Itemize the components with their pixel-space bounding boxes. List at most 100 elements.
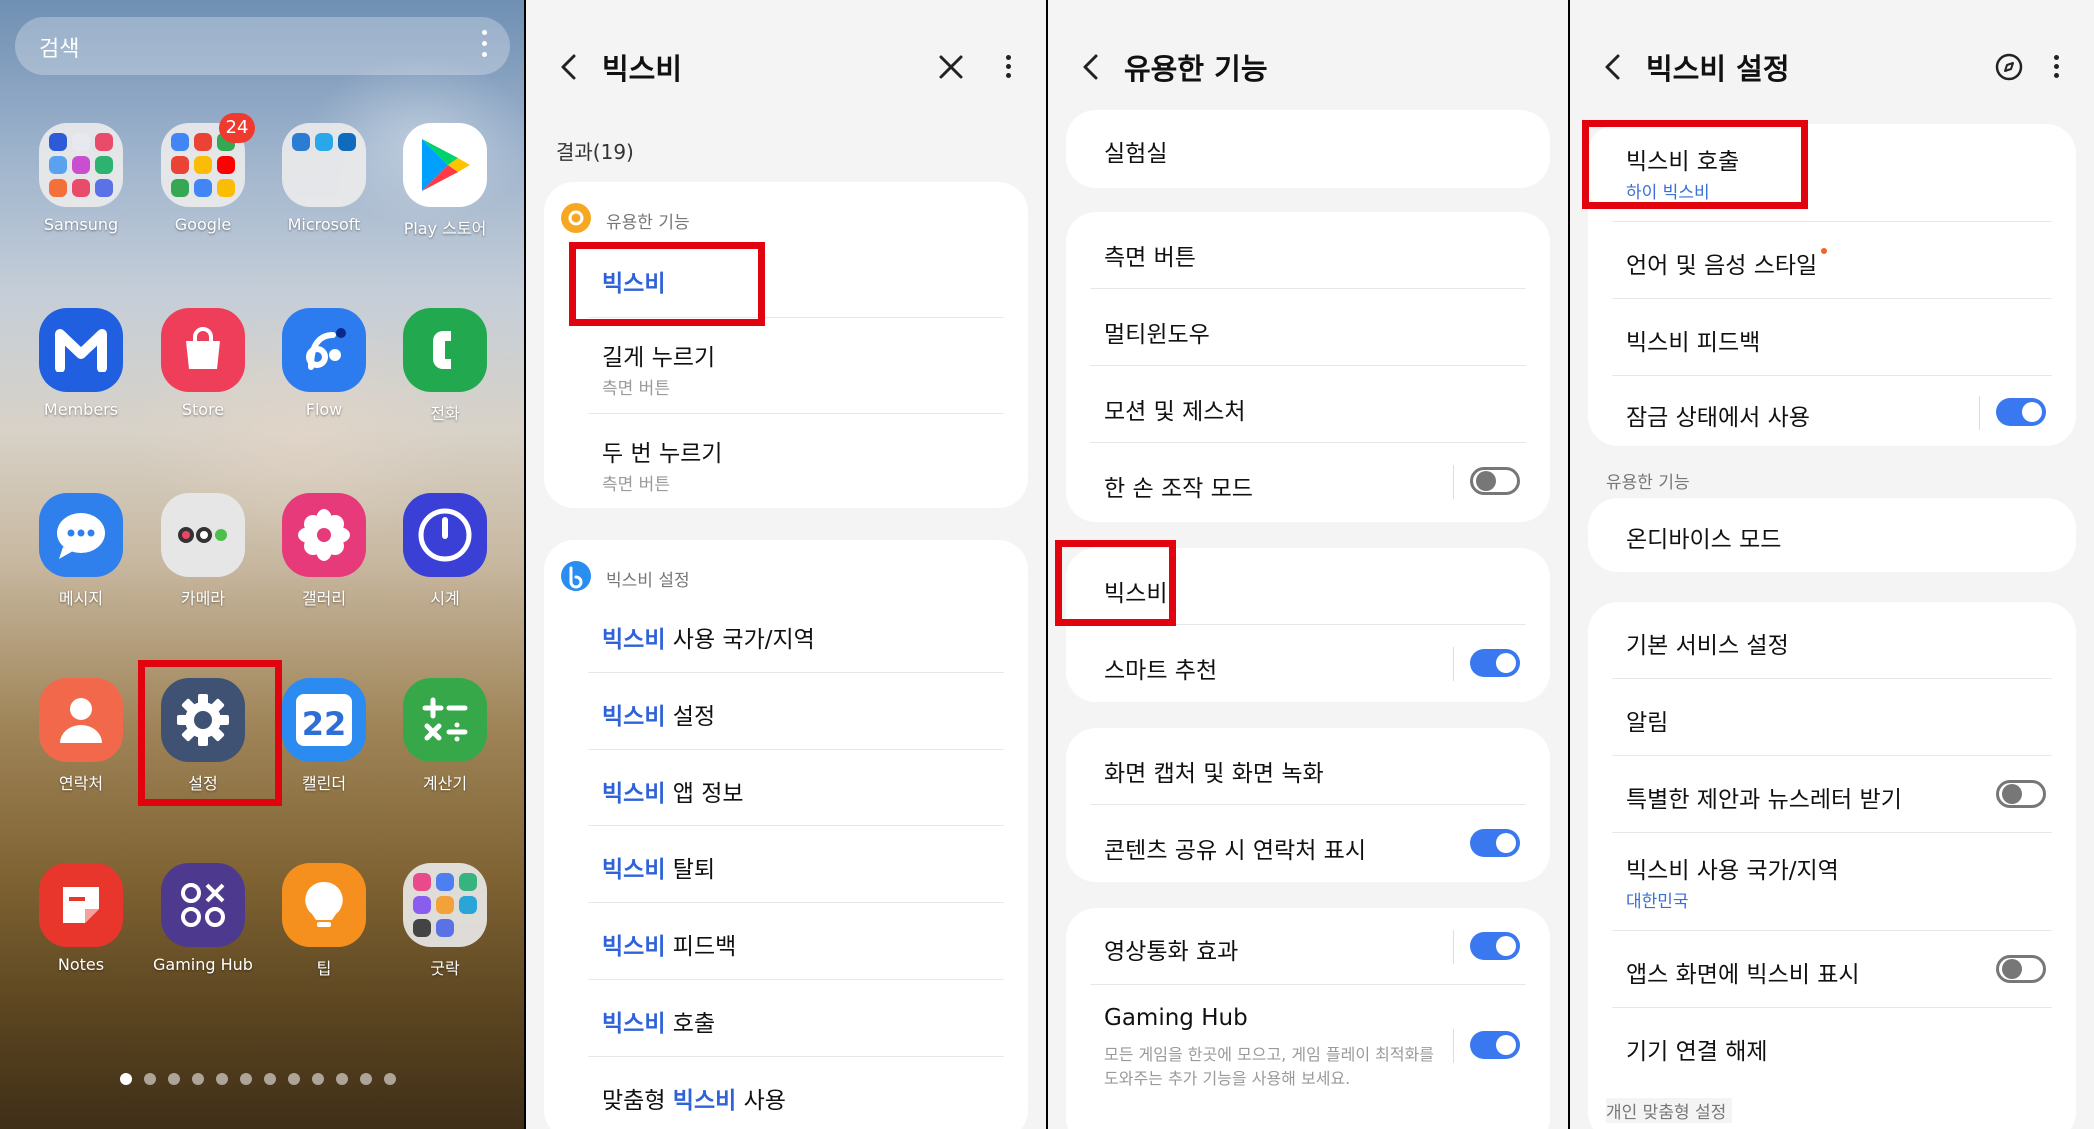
search-placeholder: 검색 [39, 37, 80, 62]
app-clock[interactable]: 시계 [385, 493, 505, 609]
menu-item-show-on-apps[interactable]: 앱스 화면에 빅스비 표시 [1612, 931, 2052, 1008]
app-tips[interactable]: 팁 [264, 863, 384, 979]
app-messages[interactable]: 메시지 [21, 493, 141, 609]
menu-item-smart-suggestions[interactable]: 스마트 추천 [1090, 625, 1526, 702]
play-store-icon [403, 123, 487, 207]
card-voice-wake: 빅스비 호출 하이 빅스비 언어 및 음성 스타일 빅스비 피드백 잠금 상태에… [1588, 124, 2076, 446]
share-contacts-toggle[interactable] [1470, 829, 1520, 857]
more-options-icon[interactable] [2054, 55, 2060, 79]
app-calculator[interactable]: 계산기 [385, 678, 505, 794]
smart-suggestions-toggle[interactable] [1470, 649, 1520, 677]
page-dot[interactable] [288, 1073, 300, 1085]
menu-item-bixby[interactable]: 빅스비 [1090, 548, 1526, 625]
app-gaming-hub[interactable]: Gaming Hub [143, 863, 263, 974]
app-contacts[interactable]: 연락처 [21, 678, 141, 794]
new-indicator-dot [1821, 248, 1828, 254]
result-item[interactable]: 빅스비 사용 국가/지역 [588, 596, 1004, 673]
page-dot[interactable] [336, 1073, 348, 1085]
page-dot[interactable] [144, 1073, 156, 1085]
menu-item-language-voice[interactable]: 언어 및 음성 스타일 [1612, 222, 2052, 299]
menu-item-one-hand-mode[interactable]: 한 손 조작 모드 [1090, 443, 1526, 520]
app-microsoft-folder[interactable]: Microsoft [264, 123, 384, 234]
result-item-double-press[interactable]: 두 번 누르기 측면 버튼 [588, 414, 1004, 508]
page-dot[interactable] [216, 1073, 228, 1085]
menu-item-gaming-hub[interactable]: Gaming Hub 모든 게임을 한곳에 모으고, 게임 플레이 최적화를 도… [1090, 985, 1526, 1115]
app-phone[interactable]: 전화 [385, 308, 505, 424]
one-hand-mode-toggle[interactable] [1470, 467, 1520, 495]
useful-features-panel: 유용한 기능 실험실 측면 버튼 멀티윈도우 모션 및 제스처 한 손 조작 모… [1048, 0, 1568, 1129]
result-item-long-press[interactable]: 길게 누르기 측면 버튼 [588, 318, 1004, 414]
app-settings[interactable]: 설정 [143, 678, 263, 794]
menu-item-label: 콘텐츠 공유 시 연락처 표시 [1104, 838, 1367, 864]
page-dot[interactable] [264, 1073, 276, 1085]
page-dot[interactable] [360, 1073, 372, 1085]
menu-item-notifications[interactable]: 알림 [1612, 679, 2052, 756]
result-item[interactable]: 빅스비 호출 [588, 980, 1004, 1057]
special-offers-toggle[interactable] [1996, 780, 2046, 808]
video-call-effects-toggle[interactable] [1470, 932, 1520, 960]
menu-item-label: 멀티윈도우 [1104, 322, 1210, 348]
page-dot[interactable] [240, 1073, 252, 1085]
back-arrow-icon[interactable] [554, 52, 584, 82]
more-options-icon[interactable] [482, 30, 488, 60]
result-item-title: 맞춤형 빅스비 사용 [602, 1081, 786, 1115]
result-group-label: 빅스비 설정 [606, 571, 690, 591]
app-store[interactable]: Store [143, 308, 263, 419]
gaming-hub-toggle[interactable] [1470, 1031, 1520, 1059]
notification-badge: 24 [219, 113, 255, 143]
card-lab: 실험실 [1066, 110, 1550, 188]
result-item-bixby[interactable]: 빅스비 [588, 242, 1004, 318]
menu-item-motions-gestures[interactable]: 모션 및 제스처 [1090, 366, 1526, 443]
app-play-store[interactable]: Play 스토어 [385, 123, 505, 239]
menu-item-share-contacts[interactable]: 콘텐츠 공유 시 연락처 표시 [1090, 805, 1526, 882]
back-arrow-icon[interactable] [1598, 52, 1628, 82]
app-calendar[interactable]: 22 캘린더 [264, 678, 384, 794]
page-dot-active[interactable] [120, 1073, 132, 1085]
menu-item-country-region[interactable]: 빅스비 사용 국가/지역 대한민국 [1612, 833, 2052, 931]
app-flow[interactable]: Flow [264, 308, 384, 419]
result-item-title: 빅스비 [602, 264, 665, 298]
menu-item-disconnect-device[interactable]: 기기 연결 해제 [1612, 1008, 2052, 1085]
app-members[interactable]: Members [21, 308, 141, 419]
menu-item-multiwindow[interactable]: 멀티윈도우 [1090, 289, 1526, 366]
app-gallery[interactable]: 갤러리 [264, 493, 384, 609]
menu-item-lab[interactable]: 실험실 [1090, 110, 1526, 188]
app-label: Members [43, 400, 119, 419]
app-samsung-folder[interactable]: Samsung [21, 123, 141, 234]
menu-item-feedback[interactable]: 빅스비 피드백 [1612, 299, 2052, 376]
back-arrow-icon[interactable] [1076, 52, 1106, 82]
result-item[interactable]: 빅스비 탈퇴 [588, 826, 1004, 903]
explore-compass-icon[interactable] [1994, 52, 2024, 82]
app-goodlock-folder[interactable]: 굿락 [385, 863, 505, 979]
page-dot[interactable] [312, 1073, 324, 1085]
menu-item-label: 영상통화 효과 [1104, 939, 1239, 965]
menu-item-side-button[interactable]: 측면 버튼 [1090, 212, 1526, 289]
menu-item-voice-wake[interactable]: 빅스비 호출 하이 빅스비 [1612, 124, 2052, 222]
menu-item-video-call-effects[interactable]: 영상통화 효과 [1090, 908, 1526, 985]
app-label: Google [174, 215, 232, 234]
page-dot[interactable] [192, 1073, 204, 1085]
use-while-locked-toggle[interactable] [1996, 398, 2046, 426]
home-search-bar[interactable]: 검색 [15, 17, 510, 75]
search-query[interactable]: 빅스비 [602, 46, 682, 88]
result-item[interactable]: 맞춤형 빅스비 사용 [588, 1057, 1004, 1129]
clear-search-icon[interactable] [938, 54, 964, 80]
menu-item-special-offers[interactable]: 특별한 제안과 뉴스레터 받기 [1612, 756, 2052, 833]
menu-item-basic-service[interactable]: 기본 서비스 설정 [1612, 602, 2052, 679]
result-item[interactable]: 빅스비 피드백 [588, 903, 1004, 980]
result-item[interactable]: 빅스비 앱 정보 [588, 750, 1004, 826]
app-google-folder[interactable]: 24 Google [143, 113, 263, 234]
samsung-folder-icon [39, 123, 123, 207]
page-dot[interactable] [384, 1073, 396, 1085]
app-notes[interactable]: Notes [21, 863, 141, 974]
page-dot[interactable] [168, 1073, 180, 1085]
menu-item-on-device-mode[interactable]: 온디바이스 모드 [1612, 498, 2052, 572]
show-on-apps-toggle[interactable] [1996, 955, 2046, 983]
text-rest: 피드백 [665, 934, 737, 960]
menu-item-screenshots-recorder[interactable]: 화면 캡처 및 화면 녹화 [1090, 728, 1526, 805]
menu-item-label: 온디바이스 모드 [1626, 527, 1782, 553]
result-item[interactable]: 빅스비 설정 [588, 673, 1004, 750]
menu-item-use-while-locked[interactable]: 잠금 상태에서 사용 [1612, 376, 2052, 446]
app-camera[interactable]: 카메라 [143, 493, 263, 609]
more-options-icon[interactable] [1006, 55, 1012, 79]
